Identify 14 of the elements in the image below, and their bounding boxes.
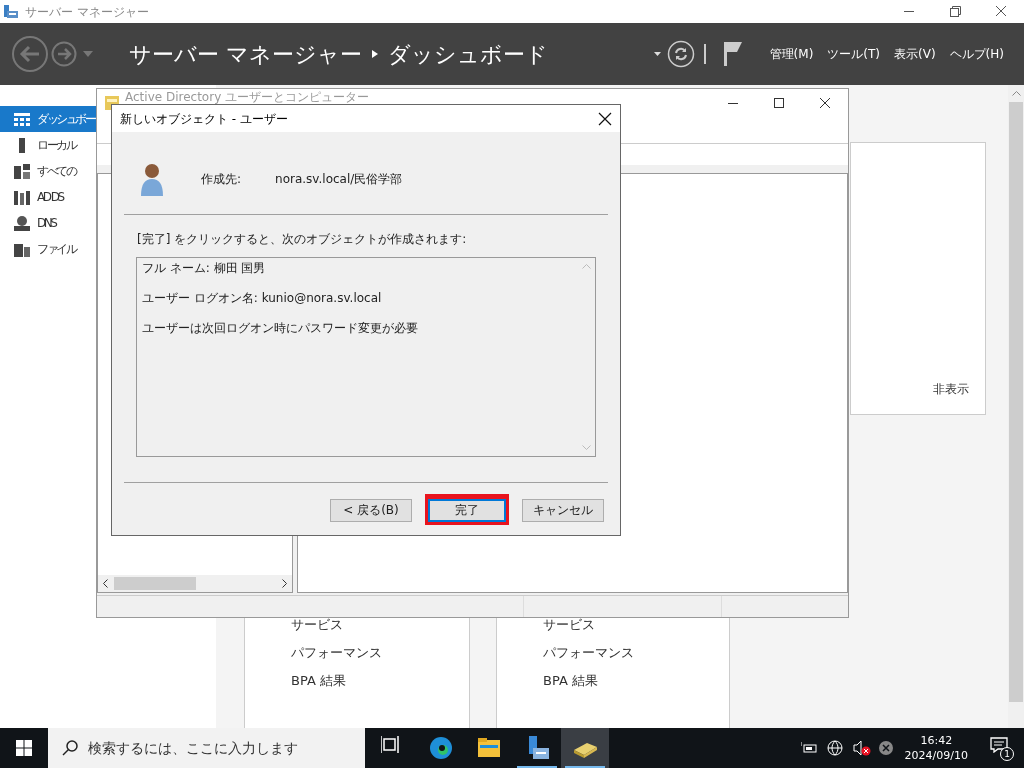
window-title: サーバー マネージャー [25,3,149,21]
instruction-text: [完了] をクリックすると、次のオブジェクトが作成されます: [137,231,468,248]
summary-line: ユーザー ログオン名: kunio@nora.sv.local [142,290,383,306]
summary-line: ユーザーは次回ログオン時にパスワード変更が必要 [142,320,419,336]
dialog-title: 新しいオブジェクト - ユーザー [120,110,288,128]
clock-date: 2024/09/10 [904,748,968,763]
clock-time: 16:42 [920,733,953,748]
field-label: 作成先: [201,171,242,188]
summary-line: フル ネーム: 柳田 国男 [142,260,267,276]
window-title: Active Directory ユーザーとコンピューター [125,90,370,104]
breadcrumb-item: サーバー マネージャー [129,40,362,69]
breadcrumb-item: ダッシュボード [388,40,548,69]
field-value: nora.sv.local/民俗学部 [275,171,403,188]
notification-badge: 1 [1000,747,1014,761]
